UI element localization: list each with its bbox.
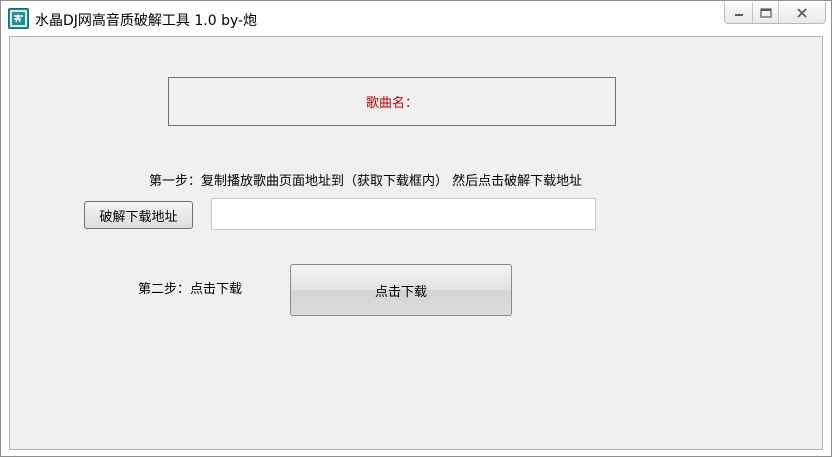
maximize-icon [759, 7, 772, 18]
client-area: 歌曲名： 第一步：复制播放歌曲页面地址到（获取下载框内） 然后点击破解下载地址 … [9, 36, 823, 450]
close-icon [797, 7, 807, 18]
window-title: 水晶DJ网高音质破解工具 1.0 by-炮 [35, 13, 258, 29]
song-name-label: 歌曲名： [365, 96, 418, 111]
step2-instruction: 第二步：点击下载 [138, 282, 243, 297]
title-bar[interactable]: 水晶DJ网高音质破解工具 1.0 by-炮 [1, 1, 831, 36]
app-logo-icon [8, 8, 29, 29]
crack-download-address-button[interactable]: 破解下载地址 [84, 201, 193, 229]
close-button[interactable] [779, 2, 825, 23]
window-controls [724, 2, 826, 24]
app-window: 水晶DJ网高音质破解工具 1.0 by-炮 歌曲名： 第一步：复制播放歌曲页面地… [0, 0, 832, 457]
page-url-input[interactable] [211, 198, 596, 230]
maximize-button[interactable] [753, 2, 779, 23]
minimize-button[interactable] [725, 2, 753, 23]
step1-instruction: 第一步：复制播放歌曲页面地址到（获取下载框内） 然后点击破解下载地址 [149, 174, 583, 189]
download-button[interactable]: 点击下载 [290, 264, 512, 316]
minimize-icon [734, 13, 743, 16]
song-name-box: 歌曲名： [168, 77, 616, 126]
